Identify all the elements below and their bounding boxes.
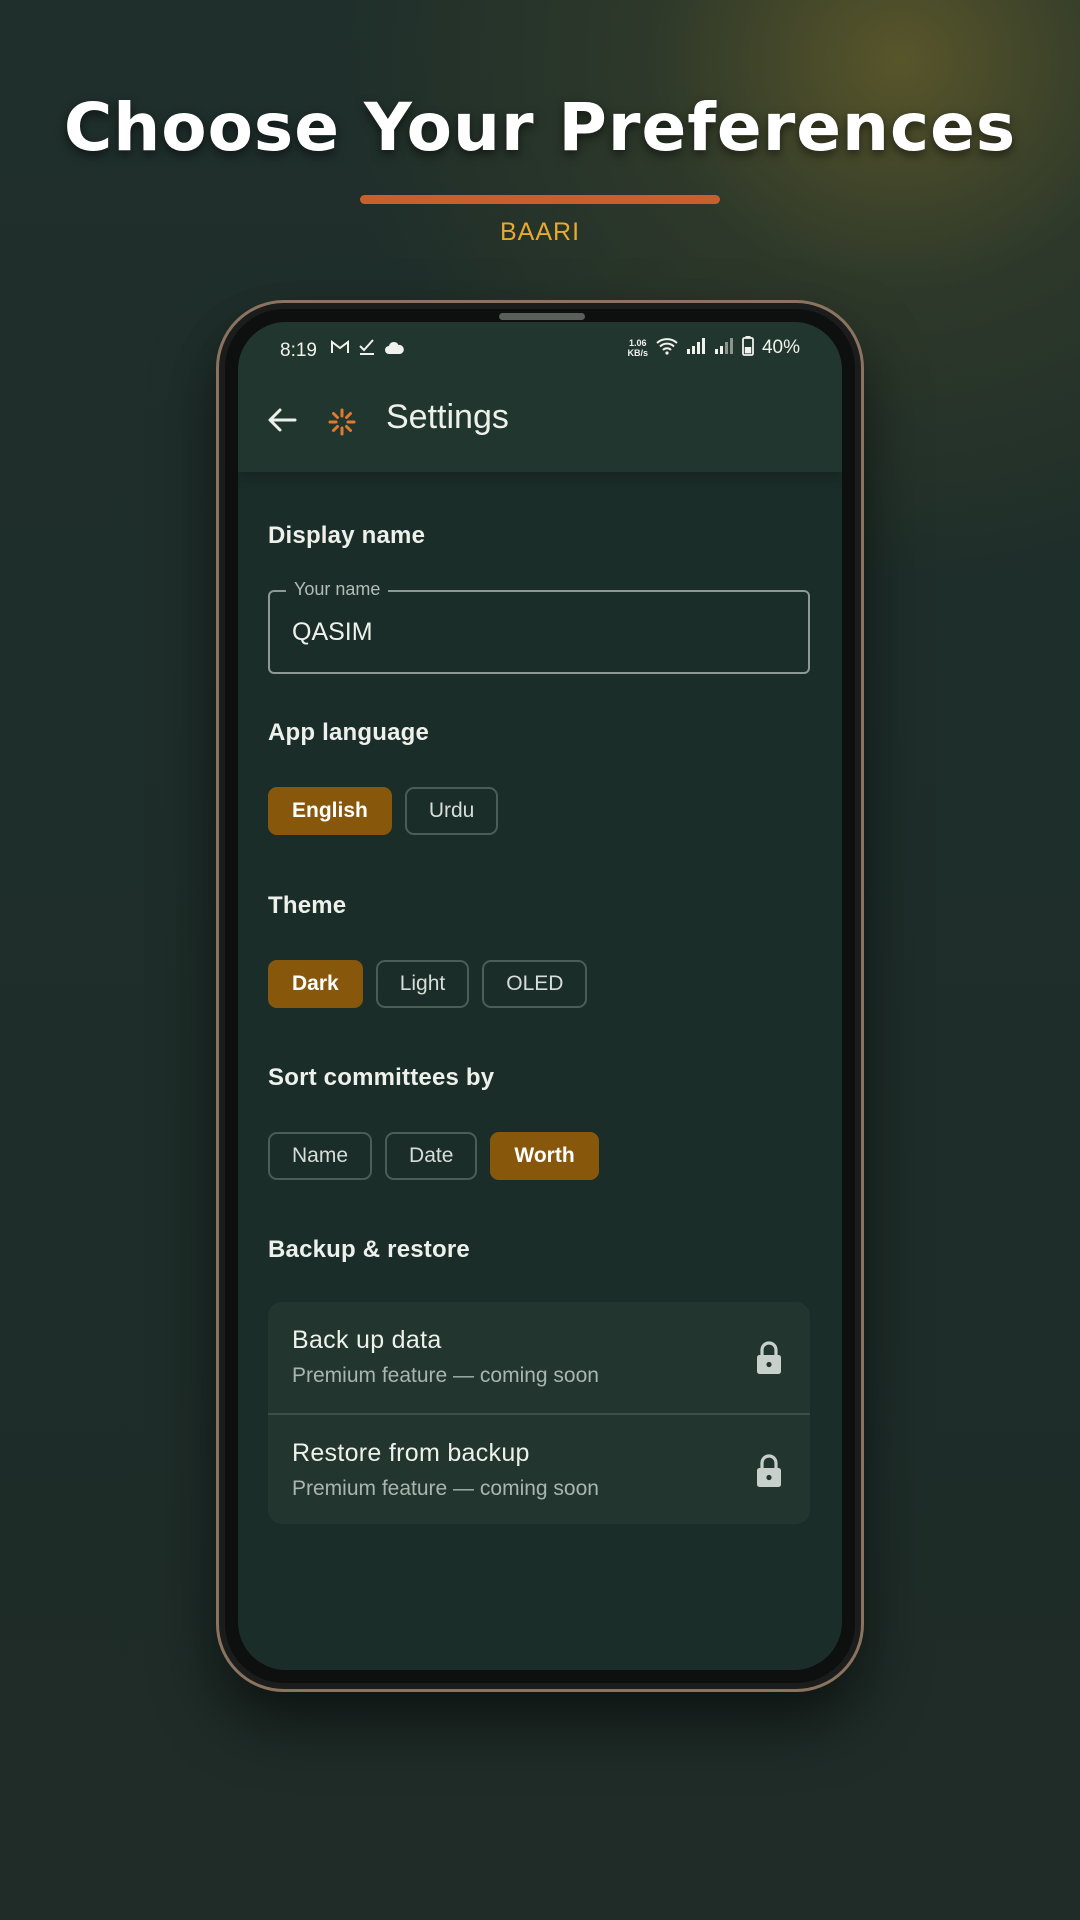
status-notification-icons bbox=[330, 338, 404, 360]
section-title-display-name: Display name bbox=[268, 522, 426, 549]
brand-name: BAARI bbox=[499, 218, 581, 246]
name-field-label: Your name bbox=[286, 579, 389, 600]
page-title: Settings bbox=[386, 398, 509, 436]
signal-icon bbox=[686, 337, 706, 359]
backup-data-title: Back up data bbox=[292, 1326, 442, 1354]
headline: Choose Your Preferences bbox=[63, 89, 1017, 166]
chip-sort-worth[interactable]: Worth bbox=[490, 1132, 599, 1180]
restore-backup-subtitle: Premium feature — coming soon bbox=[292, 1477, 599, 1500]
signal-icon bbox=[714, 337, 734, 359]
theme-chip-group: Dark Light OLED bbox=[268, 960, 588, 1008]
backup-data-item[interactable]: Back up data Premium feature — coming so… bbox=[268, 1302, 810, 1413]
chip-theme-dark[interactable]: Dark bbox=[268, 960, 363, 1008]
section-title-theme: Theme bbox=[268, 892, 347, 919]
phone-frame: 8:19 1.06 KB/s 40% Settings Display name… bbox=[216, 300, 864, 1692]
chip-theme-oled[interactable]: OLED bbox=[482, 960, 588, 1008]
battery-icon bbox=[742, 336, 754, 360]
chip-theme-light[interactable]: Light bbox=[375, 960, 470, 1008]
wifi-icon bbox=[656, 337, 678, 359]
chip-sort-name[interactable]: Name bbox=[268, 1132, 373, 1180]
backup-card: Back up data Premium feature — coming so… bbox=[268, 1302, 810, 1524]
chip-language-urdu[interactable]: Urdu bbox=[404, 787, 499, 835]
sort-chip-group: Name Date Worth bbox=[268, 1132, 599, 1180]
app-top-bar: 8:19 1.06 KB/s 40% Settings bbox=[238, 322, 842, 472]
back-button[interactable] bbox=[262, 402, 302, 442]
language-chip-group: English Urdu bbox=[268, 787, 499, 835]
back-arrow-icon bbox=[267, 407, 297, 437]
name-field[interactable]: Your name bbox=[268, 579, 810, 674]
lock-icon bbox=[754, 1340, 784, 1376]
backup-data-subtitle: Premium feature — coming soon bbox=[292, 1364, 599, 1387]
app-logo-icon bbox=[328, 408, 356, 436]
section-title-sort: Sort committees by bbox=[268, 1064, 495, 1091]
chip-language-english[interactable]: English bbox=[268, 787, 392, 835]
phone-screen: 8:19 1.06 KB/s 40% Settings Display name… bbox=[238, 322, 842, 1670]
gmail-icon bbox=[330, 339, 350, 359]
phone-speaker bbox=[499, 313, 585, 320]
network-speed-unit: KB/s bbox=[627, 348, 648, 358]
section-title-backup: Backup & restore bbox=[268, 1236, 470, 1263]
headline-underline bbox=[360, 195, 720, 204]
battery-percent: 40% bbox=[761, 337, 800, 358]
status-time: 8:19 bbox=[280, 340, 317, 361]
network-speed: 1.06 KB/s bbox=[627, 338, 648, 358]
restore-backup-title: Restore from backup bbox=[292, 1439, 530, 1467]
restore-backup-item[interactable]: Restore from backup Premium feature — co… bbox=[268, 1415, 810, 1524]
name-input[interactable] bbox=[292, 612, 782, 652]
cloud-icon bbox=[384, 340, 404, 359]
status-system-icons: 1.06 KB/s 40% bbox=[627, 336, 800, 360]
section-title-language: App language bbox=[268, 719, 430, 746]
chip-sort-date[interactable]: Date bbox=[385, 1132, 478, 1180]
lock-icon bbox=[754, 1453, 784, 1489]
task-check-icon bbox=[358, 338, 376, 360]
network-speed-value: 1.06 bbox=[628, 338, 647, 348]
